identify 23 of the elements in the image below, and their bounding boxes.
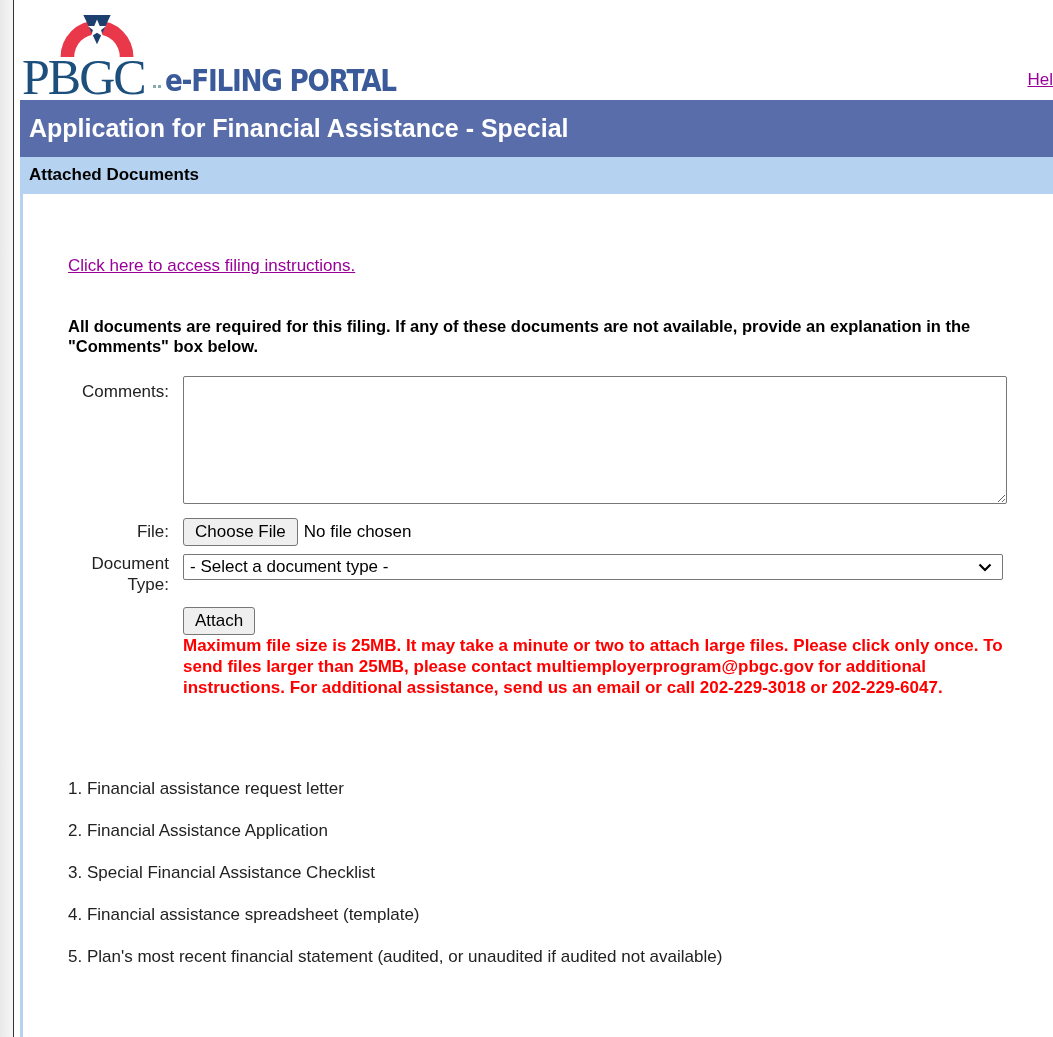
portal-title: e-FILING PORTAL <box>164 62 396 98</box>
instructions-link[interactable]: Click here to access filing instructions. <box>68 256 356 276</box>
file-size-warning: Maximum file size is 25MB. It may take a minute or two to attach large files. Please click only once. To send files larger than 25MB, please contact multiemployerprogram@pbgc.gov for additional instructions. For additional assistance, send us an email or call 202-229-3018 or 202-229-6047. <box>183 635 1003 698</box>
comments-label: Comments: <box>81 381 169 402</box>
file-status-text: No file chosen <box>303 522 412 542</box>
attach-button[interactable]: Attach <box>183 607 256 635</box>
section-header-bar: Attached Documents <box>20 157 1053 194</box>
document-list-item: 1. Financial assistance request letter <box>68 778 345 800</box>
document-list-item: 4. Financial assistance spreadsheet (template) <box>68 904 421 926</box>
file-label: File: <box>135 521 169 542</box>
document-list-item: 2. Financial Assistance Application <box>68 820 329 842</box>
page-title-bar: Application for Financial Assistance - Special <box>20 100 1053 157</box>
comments-field[interactable] <box>183 376 1007 504</box>
help-link[interactable]: Hel <box>1027 70 1053 90</box>
document-type-label: Document Type: <box>90 553 169 595</box>
notice-text: All documents are required for this filing. If any of these documents are not available, provide an explanation in the "Comments" box below. <box>68 316 972 356</box>
logo-wordmark: PBGC <box>22 54 145 100</box>
choose-file-button[interactable]: Choose File <box>183 518 298 546</box>
document-type-dropdown[interactable]: - Select a document type - <box>183 554 1003 580</box>
document-list-item: 3. Special Financial Assistance Checklist <box>68 862 377 884</box>
chevron-down-icon <box>978 562 992 572</box>
document-list-item: 5. Plan's most recent financial statement (audited, or unaudited if audited not available) <box>68 946 724 968</box>
dots-icon <box>152 85 161 88</box>
